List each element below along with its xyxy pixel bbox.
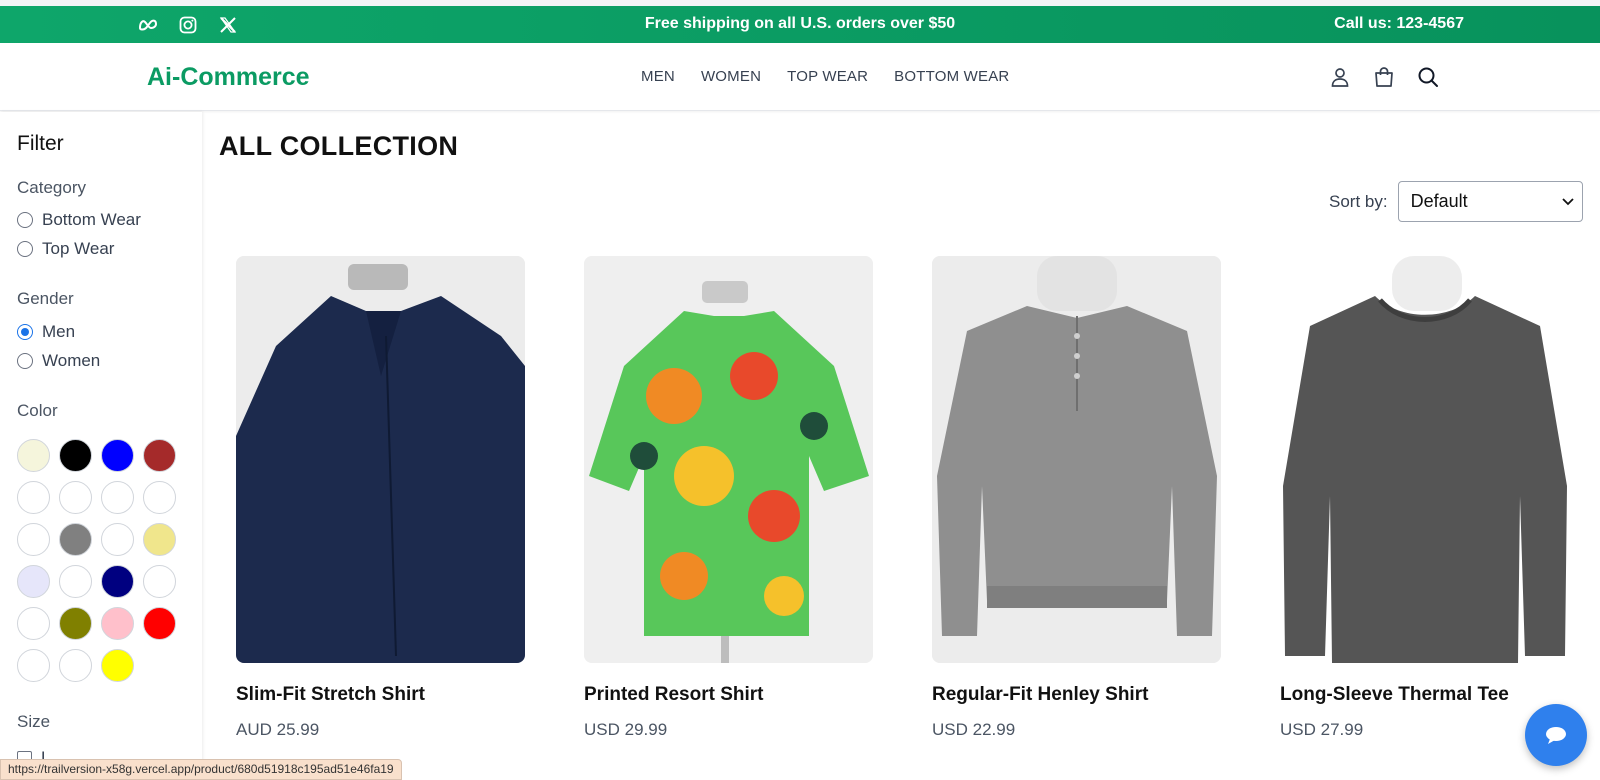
color-swatch[interactable] <box>17 607 50 640</box>
color-swatch[interactable] <box>59 565 92 598</box>
meta-icon[interactable] <box>138 15 158 35</box>
color-swatch[interactable] <box>143 523 176 556</box>
radio-button[interactable] <box>17 353 33 369</box>
product-card[interactable]: Printed Resort Shirt USD 29.99 <box>584 256 873 740</box>
product-image[interactable] <box>584 256 873 663</box>
page-title: ALL COLLECTION <box>219 131 459 161</box>
color-swatch[interactable] <box>101 481 134 514</box>
chat-button[interactable] <box>1525 704 1587 766</box>
category-option-top-wear[interactable]: Top Wear <box>17 239 114 259</box>
color-swatches <box>17 439 176 682</box>
product-card[interactable]: Slim-Fit Stretch Shirt AUD 25.99 <box>236 256 525 740</box>
radio-button[interactable] <box>17 241 33 257</box>
user-icon[interactable] <box>1328 65 1352 89</box>
color-swatch[interactable] <box>59 439 92 472</box>
color-swatch[interactable] <box>17 649 50 682</box>
size-label: Size <box>17 712 51 731</box>
nav-bottom-wear[interactable]: BOTTOM WEAR <box>894 68 1009 85</box>
chevron-down-icon <box>1561 197 1574 205</box>
sort-label: Sort by: <box>1329 191 1388 211</box>
product-image[interactable] <box>236 256 525 663</box>
color-swatch[interactable] <box>17 523 50 556</box>
logo[interactable]: Ai-Commerce <box>147 63 310 92</box>
social-links <box>138 15 238 35</box>
x-icon[interactable] <box>218 15 238 35</box>
color-label: Color <box>17 401 58 420</box>
status-bar-url: https://trailversion-x58g.vercel.app/pro… <box>0 759 402 780</box>
filter-sidebar: Filter Category Bottom Wear Top Wear Gen… <box>0 112 202 780</box>
color-swatch[interactable] <box>17 481 50 514</box>
color-swatch[interactable] <box>143 607 176 640</box>
filter-title: Filter <box>17 132 64 155</box>
phone-number: Call us: 123-4567 <box>1334 15 1464 32</box>
color-swatch[interactable] <box>143 565 176 598</box>
chat-bubble-icon <box>1546 727 1566 744</box>
gender-option-women[interactable]: Women <box>17 351 100 371</box>
product-price: AUD 25.99 <box>236 720 320 739</box>
color-swatch[interactable] <box>59 523 92 556</box>
color-swatch[interactable] <box>59 649 92 682</box>
product-name[interactable]: Long-Sleeve Thermal Tee <box>1280 684 1569 706</box>
site-header: Ai-Commerce MEN WOMEN TOP WEAR BOTTOM WE… <box>0 43 1600 111</box>
product-name[interactable]: Printed Resort Shirt <box>584 684 873 706</box>
color-swatch[interactable] <box>143 481 176 514</box>
category-option-label: Bottom Wear <box>42 210 141 229</box>
search-icon[interactable] <box>1416 65 1440 89</box>
sort-control: Sort by: Default <box>1329 181 1583 222</box>
radio-button-checked[interactable] <box>17 324 33 340</box>
color-swatch[interactable] <box>143 439 176 472</box>
product-price: USD 29.99 <box>584 720 668 739</box>
color-swatch[interactable] <box>59 481 92 514</box>
nav-men[interactable]: MEN <box>641 68 675 85</box>
category-option-bottom-wear[interactable]: Bottom Wear <box>17 210 141 230</box>
color-swatch[interactable] <box>101 649 134 682</box>
main-nav: MEN WOMEN TOP WEAR BOTTOM WEAR <box>641 68 1009 85</box>
nav-women[interactable]: WOMEN <box>701 68 761 85</box>
gender-option-label: Men <box>42 322 76 341</box>
color-swatch[interactable] <box>101 439 134 472</box>
product-image[interactable] <box>1280 256 1569 663</box>
gender-option-men[interactable]: Men <box>17 322 75 342</box>
category-label: Category <box>17 178 86 197</box>
product-card[interactable]: Long-Sleeve Thermal Tee USD 27.99 <box>1280 256 1569 740</box>
color-swatch[interactable] <box>17 565 50 598</box>
header-actions <box>1328 65 1440 89</box>
product-name[interactable]: Slim-Fit Stretch Shirt <box>236 684 525 706</box>
sort-value: Default <box>1410 191 1468 211</box>
color-swatch[interactable] <box>101 523 134 556</box>
instagram-icon[interactable] <box>178 15 198 35</box>
category-option-label: Top Wear <box>42 239 115 258</box>
gender-label: Gender <box>17 289 74 308</box>
color-swatch[interactable] <box>17 439 50 472</box>
color-swatch[interactable] <box>59 607 92 640</box>
sort-select[interactable]: Default <box>1397 181 1583 222</box>
shopping-bag-icon[interactable] <box>1372 65 1396 89</box>
nav-top-wear[interactable]: TOP WEAR <box>787 68 868 85</box>
product-image[interactable] <box>932 256 1221 663</box>
product-card[interactable]: Regular-Fit Henley Shirt USD 22.99 <box>932 256 1221 740</box>
color-swatch[interactable] <box>101 607 134 640</box>
color-swatch[interactable] <box>101 565 134 598</box>
promo-bar: Free shipping on all U.S. orders over $5… <box>0 6 1600 43</box>
product-price: USD 22.99 <box>932 720 1016 739</box>
radio-button[interactable] <box>17 212 33 228</box>
gender-option-label: Women <box>42 351 101 370</box>
product-name[interactable]: Regular-Fit Henley Shirt <box>932 684 1221 706</box>
